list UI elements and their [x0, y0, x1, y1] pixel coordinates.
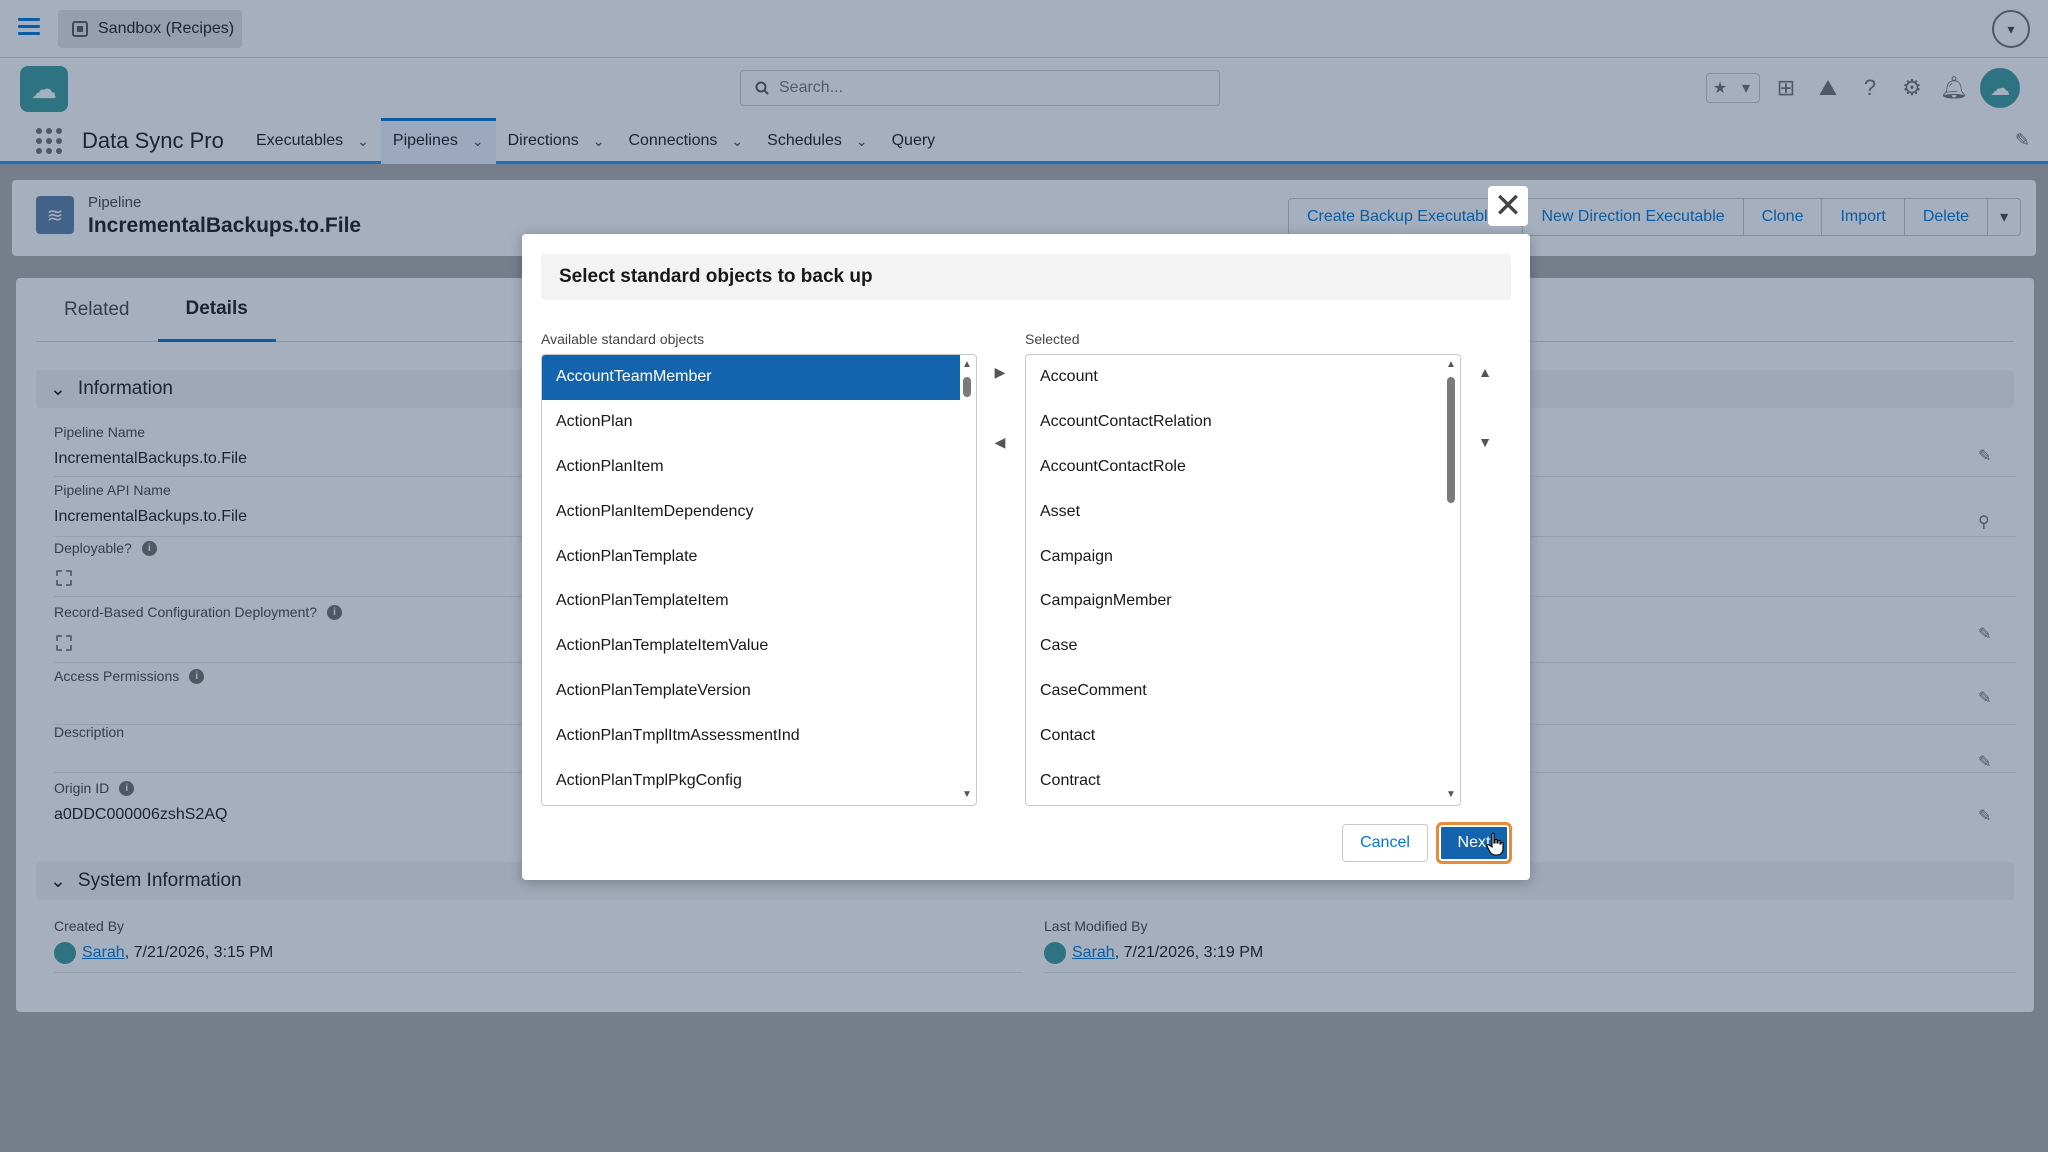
- list-item[interactable]: Campaign: [1026, 534, 1444, 579]
- list-item[interactable]: CampaignMember: [1026, 579, 1444, 624]
- available-list-label: Available standard objects: [541, 331, 705, 347]
- list-item[interactable]: AccountContactRelation: [1026, 400, 1444, 445]
- list-item[interactable]: AccountTeamMember: [542, 355, 960, 400]
- list-item[interactable]: Case: [1026, 624, 1444, 669]
- cancel-button[interactable]: Cancel: [1342, 824, 1428, 862]
- scrollbar-thumb[interactable]: [963, 377, 971, 397]
- list-item[interactable]: ActionPlanItemDependency: [542, 489, 960, 534]
- list-item[interactable]: ActionPlanItem: [542, 445, 960, 490]
- list-item[interactable]: Account: [1026, 355, 1444, 400]
- selected-scrollbar[interactable]: ▲ ▼: [1444, 357, 1458, 803]
- list-item[interactable]: AccountContactRole: [1026, 445, 1444, 490]
- list-item[interactable]: ActionPlanTmplPkgConfig: [542, 758, 960, 803]
- scroll-down-icon[interactable]: ▼: [1445, 789, 1457, 801]
- selected-list-label: Selected: [1025, 331, 1080, 347]
- arrow-down-icon[interactable]: ▼: [1475, 432, 1495, 452]
- arrow-left-icon[interactable]: ◀: [990, 432, 1010, 452]
- available-scrollbar[interactable]: ▲ ▼: [960, 357, 974, 803]
- scrollbar-thumb[interactable]: [1447, 377, 1455, 503]
- scroll-up-icon[interactable]: ▲: [1445, 359, 1457, 371]
- selected-objects-listbox[interactable]: Account AccountContactRelation AccountCo…: [1025, 354, 1461, 806]
- list-item[interactable]: ActionPlan: [542, 400, 960, 445]
- list-item[interactable]: CaseComment: [1026, 669, 1444, 714]
- scroll-up-icon[interactable]: ▲: [961, 359, 973, 371]
- list-item[interactable]: ActionPlanTemplateItemValue: [542, 624, 960, 669]
- list-item[interactable]: ActionPlanTmplItmAssessmentInd: [542, 713, 960, 758]
- arrow-up-icon[interactable]: ▲: [1475, 362, 1495, 382]
- list-item[interactable]: ActionPlanTemplateItem: [542, 579, 960, 624]
- available-objects-listbox[interactable]: AccountTeamMember ActionPlan ActionPlanI…: [541, 354, 977, 806]
- select-objects-modal: Select standard objects to back up Avail…: [522, 234, 1530, 880]
- list-item[interactable]: Asset: [1026, 489, 1444, 534]
- list-item[interactable]: ActionPlanTemplate: [542, 534, 960, 579]
- list-item[interactable]: Contract: [1026, 758, 1444, 803]
- modal-title: Select standard objects to back up: [541, 254, 1511, 300]
- scroll-down-icon[interactable]: ▼: [961, 789, 973, 801]
- list-item[interactable]: ActionPlanTemplateVersion: [542, 669, 960, 714]
- arrow-right-icon[interactable]: ▶: [990, 362, 1010, 382]
- close-icon[interactable]: ✕: [1488, 186, 1528, 226]
- mouse-pointer-hand-icon: [1486, 832, 1504, 856]
- list-item[interactable]: Contact: [1026, 713, 1444, 758]
